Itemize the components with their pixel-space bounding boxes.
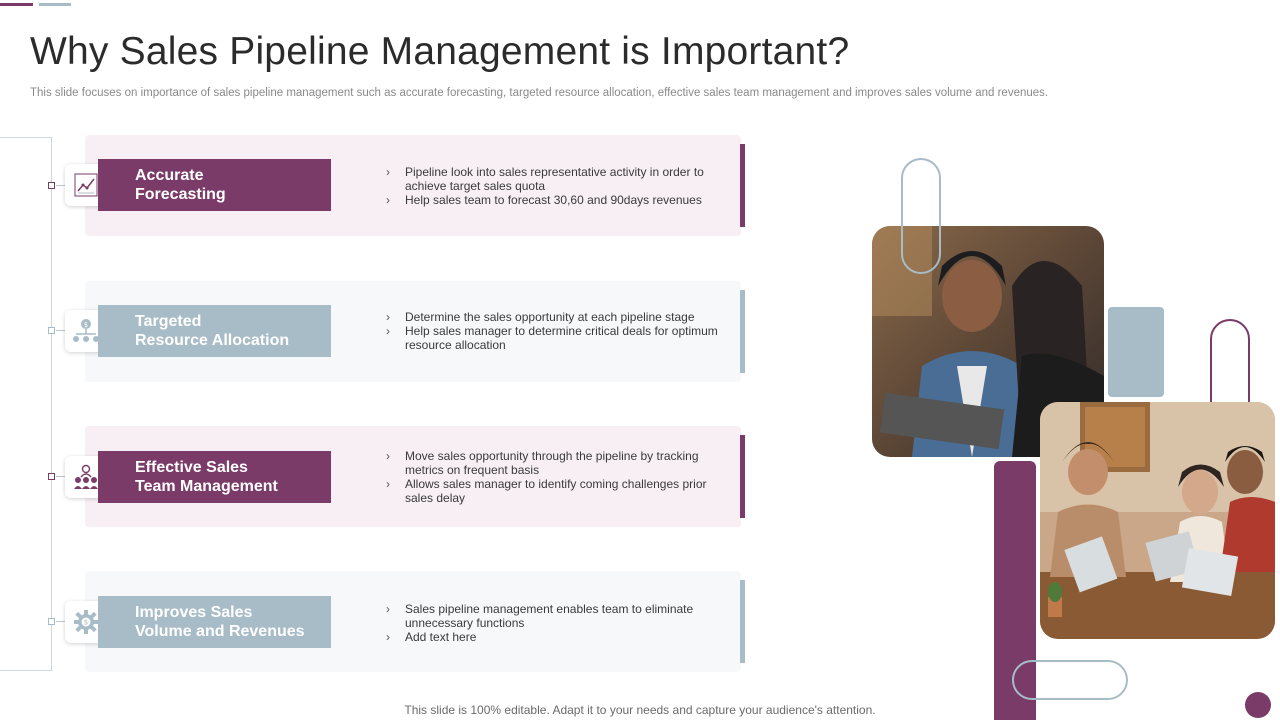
card-edge-accent [740,435,745,518]
label-text: Effective Sales Team Management [135,459,278,495]
timeline-node [48,327,55,334]
blue-horizontal-pill-decor [1012,660,1128,700]
bullet-item: Move sales opportunity through the pipel… [386,449,726,477]
label-improves-sales-volume: Improves Sales Volume and Revenues [98,596,331,648]
card-edge-accent [740,144,745,227]
label-text: Improves Sales Volume and Revenues [135,604,305,640]
bullet-list: Move sales opportunity through the pipel… [386,449,726,505]
bullet-item: Add text here [386,630,726,644]
blue-pill-outline-decor [901,158,941,274]
timeline-node [48,473,55,480]
label-targeted-resource-allocation: Targeted Resource Allocation [98,305,331,357]
blue-block-decor [1108,307,1164,397]
bullet-item: Allows sales manager to identify coming … [386,477,726,505]
bullet-list: Determine the sales opportunity at each … [386,310,726,352]
svg-text:$: $ [84,619,88,627]
bullet-item: Determine the sales opportunity at each … [386,310,726,324]
bullet-list: Pipeline look into sales representative … [386,165,726,207]
top-accent-bar-blue [39,3,71,6]
footer-note: This slide is 100% editable. Adapt it to… [404,703,876,717]
timeline-node [48,182,55,189]
page-subtitle: This slide focuses on importance of sale… [30,87,1049,99]
top-accent-bar-purple [0,3,33,6]
label-effective-sales-team-management: Effective Sales Team Management [98,451,331,503]
bullet-item: Sales pipeline management enables team t… [386,602,726,630]
label-text: Targeted Resource Allocation [135,313,290,349]
timeline-node [48,618,55,625]
bullet-item: Help sales team to forecast 30,60 and 90… [386,193,726,207]
bullet-list: Sales pipeline management enables team t… [386,602,726,644]
bullet-item: Help sales manager to determine critical… [386,324,726,352]
card-edge-accent [740,580,745,663]
photo-team-meeting [1040,402,1275,639]
card-edge-accent [740,290,745,373]
timeline-bracket [0,137,52,671]
svg-text:$: $ [84,321,88,329]
label-text: Accurate Forecasting [135,167,226,203]
bullet-item: Pipeline look into sales representative … [386,165,726,193]
page-title: Why Sales Pipeline Management is Importa… [30,30,850,73]
label-accurate-forecasting: Accurate Forecasting [98,159,331,211]
